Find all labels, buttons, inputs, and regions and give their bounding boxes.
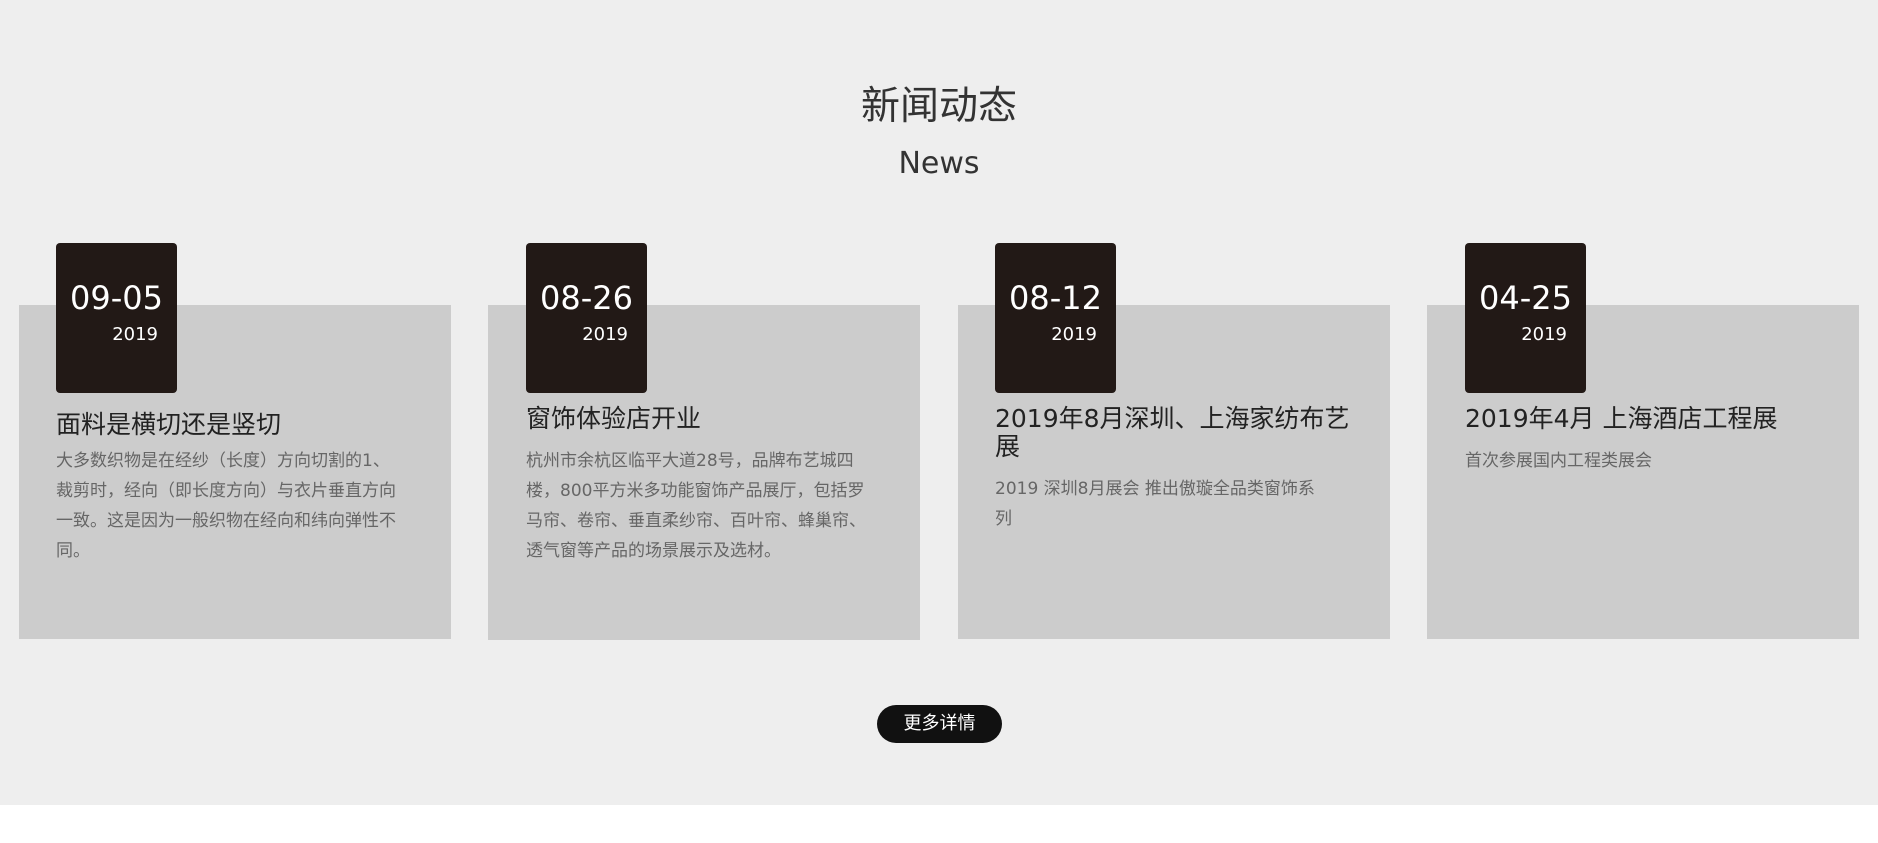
more-details-button[interactable]: 更多详情 [877,705,1002,743]
news-title-link[interactable]: 2019年8月深圳、上海家纺布艺展 [995,405,1365,461]
news-date: 09-05 [70,279,163,317]
news-section: 新闻动态 News 09-05 2019 08-26 2019 08-12 20… [0,0,1878,805]
news-description: 杭州市余杭区临平大道28号，品牌布艺城四楼，800平方米多功能窗饰产品展厅，包括… [526,451,866,561]
news-year: 2019 [1051,324,1097,345]
news-title-link[interactable]: 2019年4月 上海酒店工程展 [1465,405,1845,433]
news-date: 04-25 [1479,279,1572,317]
news-date: 08-12 [1009,279,1102,317]
news-year: 2019 [1521,324,1567,345]
date-badge: 08-26 2019 [526,243,647,393]
news-year: 2019 [582,324,628,345]
news-title-link[interactable]: 窗饰体验店开业 [526,405,886,433]
news-year: 2019 [112,324,158,345]
news-date: 08-26 [540,279,633,317]
date-badge: 08-12 2019 [995,243,1116,393]
date-badge: 09-05 2019 [56,243,177,393]
news-title-link[interactable]: 面料是横切还是竖切 [56,411,416,439]
section-subtitle: News [898,146,980,181]
news-description: 大多数织物是在经纱（长度）方向切割的1、裁剪时，经向（即长度方向）与衣片垂直方向… [56,451,396,561]
date-badge: 04-25 2019 [1465,243,1586,393]
news-description: 首次参展国内工程类展会 [1465,451,1652,471]
news-description: 2019 深圳8月展会 推出傲璇全品类窗饰系列 [995,479,1315,529]
section-title: 新闻动态 [860,84,1017,129]
